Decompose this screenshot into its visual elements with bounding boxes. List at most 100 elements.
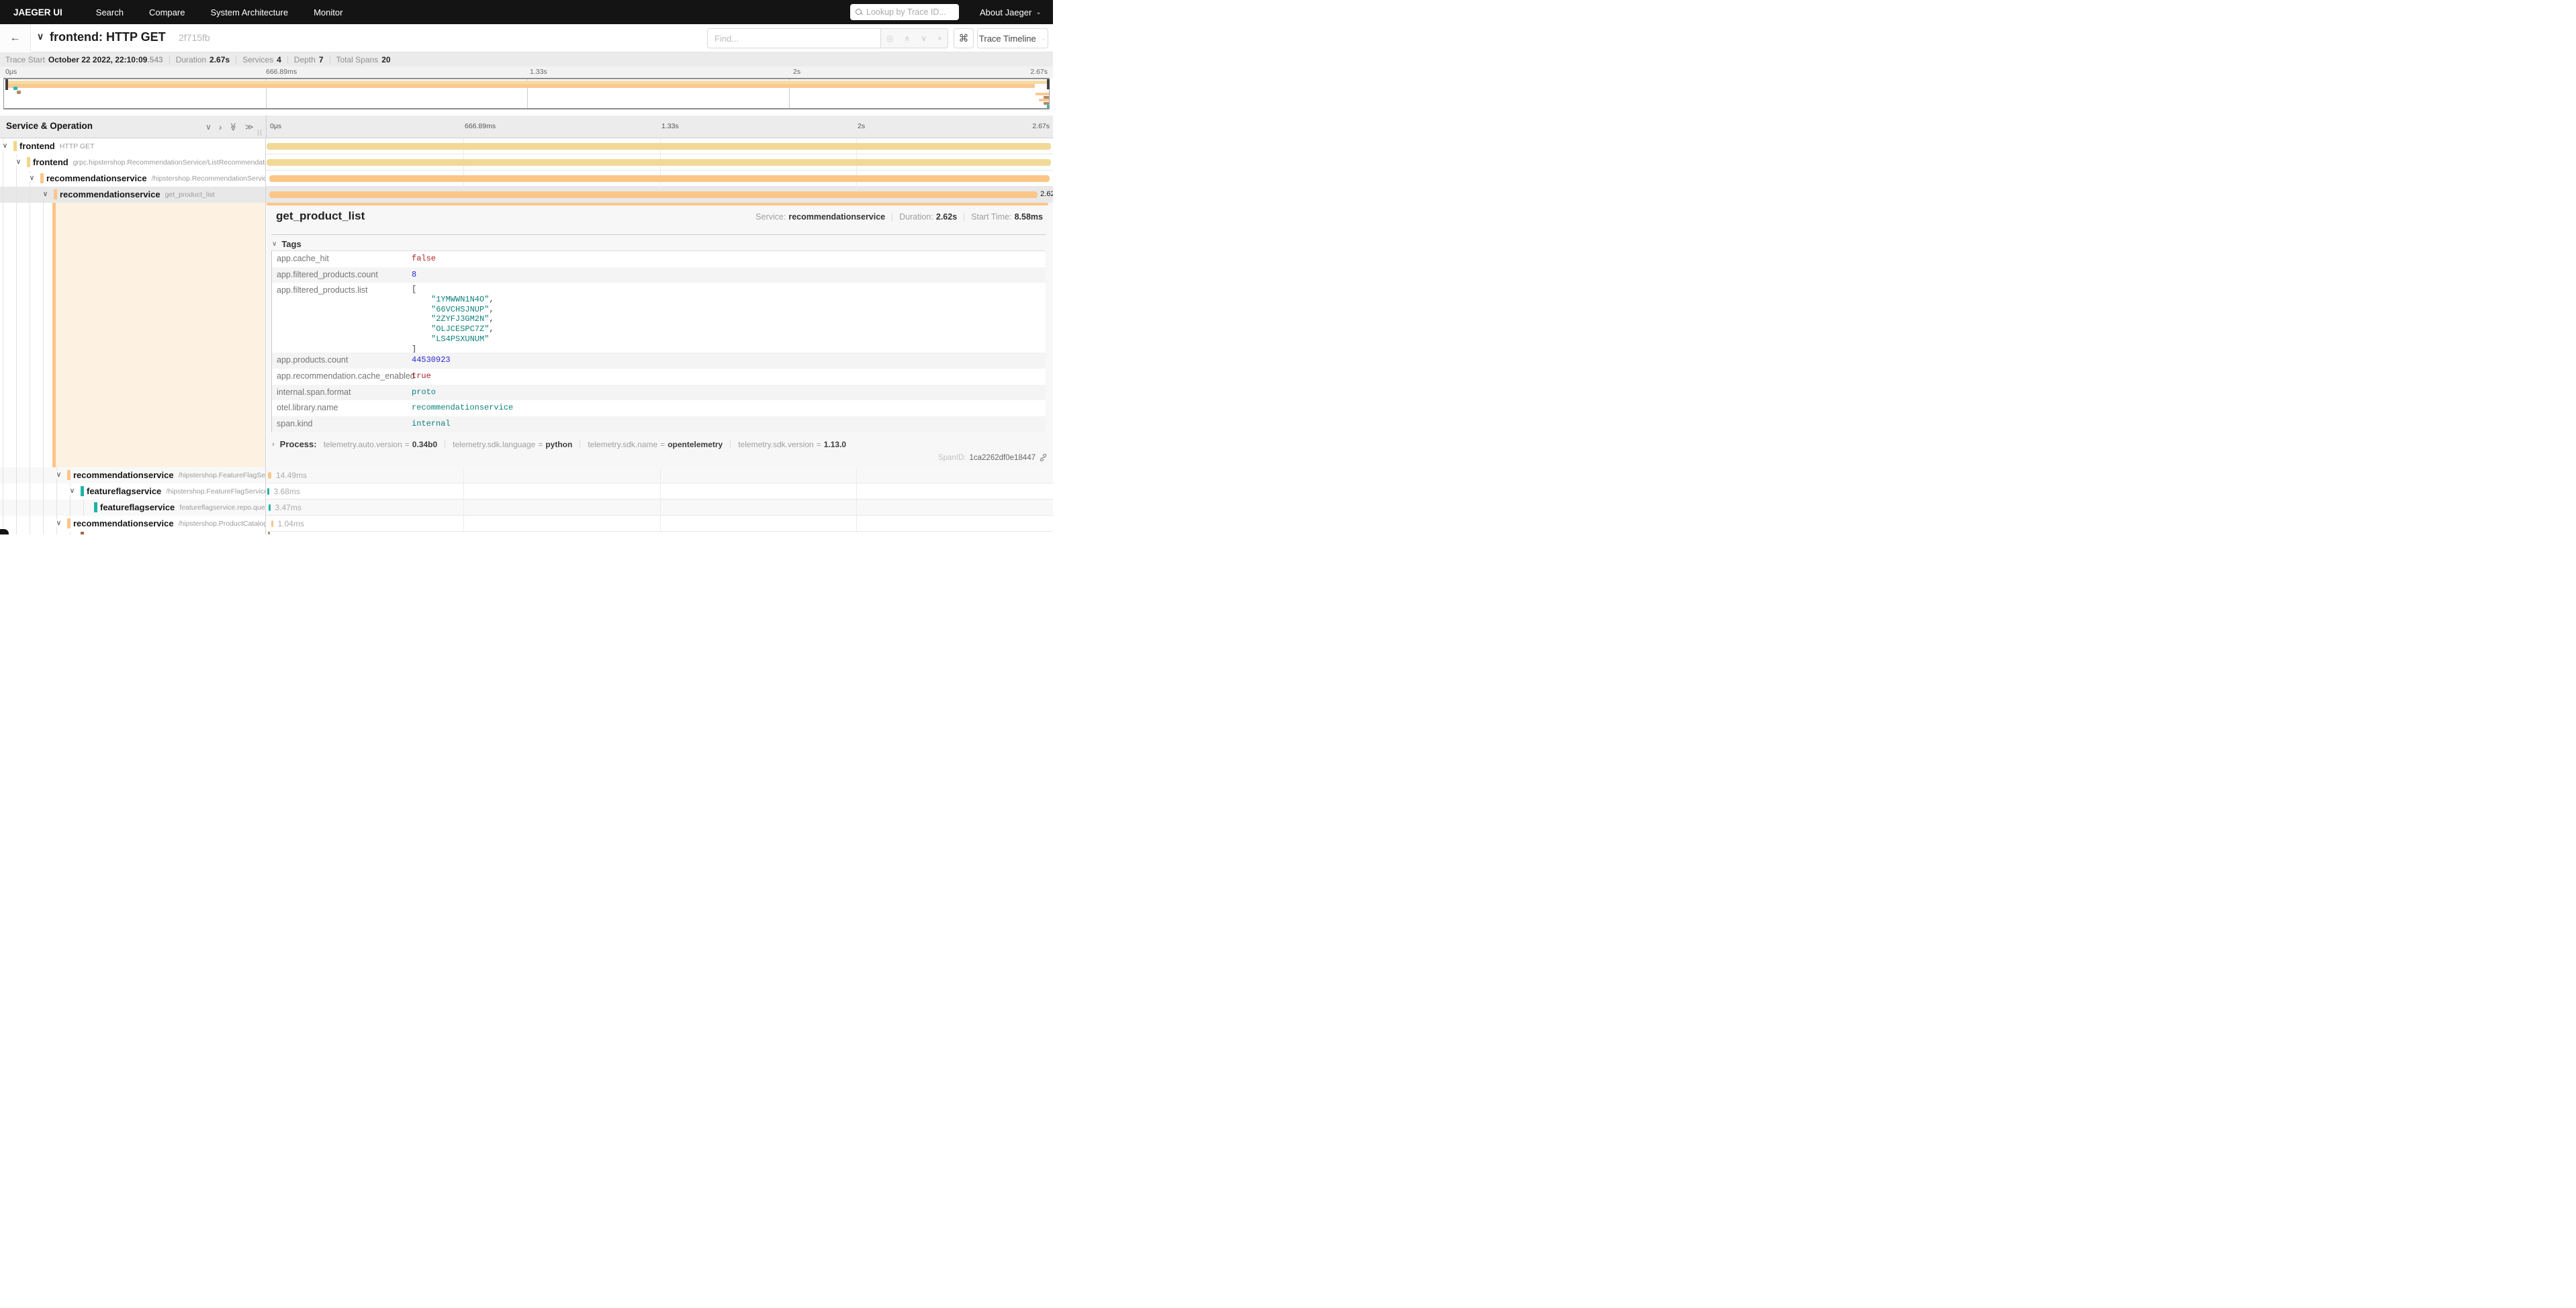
indent-guide (70, 532, 71, 534)
back-button[interactable]: ← (0, 24, 31, 52)
minimap-tick: 2s (793, 68, 800, 76)
span-bar[interactable] (269, 175, 1050, 182)
tag-key: app.filtered_products.list (277, 285, 368, 295)
top-nav: JAEGER UI Search Compare System Architectu… (0, 0, 1053, 24)
service-color-chip (13, 141, 17, 151)
trace-minimap[interactable] (3, 78, 1050, 109)
service-name: recommendationservice (73, 470, 174, 480)
collapse-one-icon[interactable]: ∨ (205, 122, 212, 132)
span-timeline-cell[interactable] (267, 154, 1053, 170)
span-row[interactable]: featureflagservicefeatureflagservice.rep… (0, 500, 1053, 516)
tag-value: internal (412, 419, 451, 428)
trace-id-search[interactable] (850, 4, 959, 20)
span-timeline-cell[interactable]: 3.68ms (267, 483, 1053, 499)
trace-view-selector[interactable]: Trace Timeline ⌄ (977, 28, 1048, 48)
nav-item-system-architecture[interactable]: System Architecture (210, 7, 288, 17)
expand-chevron-icon[interactable]: ∨ (68, 487, 77, 495)
keyboard-shortcuts-button[interactable]: ⌘ (954, 28, 974, 48)
minimap-scrubber-handle[interactable] (5, 79, 8, 90)
expand-chevron-icon[interactable]: ∨ (41, 190, 50, 198)
find-input[interactable] (707, 28, 881, 48)
tag-row: app.products.count44530923 (272, 353, 1046, 369)
minimap-span-bar (6, 81, 1048, 84)
trace-meta-value-suffix: .543 (147, 55, 163, 64)
span-detail-overview: Service:recommendationserviceDuration:2.… (755, 212, 1043, 222)
tag-key: app.products.count (277, 355, 348, 365)
span-name-wrapper: recommendationservice/hipstershop.Recomm… (46, 171, 266, 186)
span-timeline-cell[interactable]: 1.04ms (267, 516, 1053, 531)
nav-item-monitor[interactable]: Monitor (314, 7, 342, 17)
span-name-wrapper: featureflagservice/hipstershop.FeatureFl… (87, 483, 266, 499)
trace-meta-value: 4 (277, 55, 281, 64)
nav-item-search[interactable]: Search (96, 7, 124, 17)
tag-row: app.recommendation.cache_enabledtrue (272, 369, 1046, 385)
span-timeline-cell[interactable]: 3.47ms (267, 500, 1053, 515)
span-timeline-cell[interactable] (267, 171, 1053, 186)
span-duration-marker (271, 520, 273, 527)
span-timeline-cell[interactable] (267, 138, 1053, 154)
service-color-chip (40, 173, 44, 183)
expand-chevron-icon[interactable]: ∨ (14, 158, 23, 166)
span-row[interactable]: ∨ recommendationservice/hipstershop.Recom… (0, 171, 1053, 187)
trace-meta-bar: Trace StartOctober 22 2022, 22:10:09.543… (0, 52, 1053, 66)
expand-chevron-icon[interactable]: ∨ (54, 519, 63, 527)
json-string: "OLJCESPC7Z" (431, 324, 489, 334)
span-bar[interactable] (267, 159, 1051, 166)
app-logo[interactable]: JAEGER UI (13, 7, 62, 17)
find-next-icon[interactable]: ∨ (921, 34, 927, 43)
operation-name: HTTP GET (60, 142, 95, 150)
tags-section-toggle[interactable]: ∨ Tags (272, 239, 302, 249)
json-comma: , (489, 295, 494, 304)
span-row[interactable]: ∨frontendgrpc.hipstershop.Recommendation… (0, 154, 1053, 171)
expand-chevron-icon[interactable]: ∨ (54, 471, 63, 479)
trace-meta-item: Total Spans20 (336, 55, 391, 64)
expand-one-icon[interactable]: › (219, 122, 222, 132)
expand-all-icon[interactable]: ≫ (245, 122, 254, 132)
bottom-left-overlay-corner (0, 529, 9, 534)
back-arrow-icon: ← (10, 32, 21, 44)
deep-link-icon[interactable] (1039, 453, 1048, 462)
overview-label: Service: (755, 212, 786, 222)
span-row[interactable]: ∨recommendationserviceget_product_list2.… (0, 187, 1053, 203)
collapse-all-icon[interactable]: ≫ (229, 123, 238, 132)
span-id-value: 1ca2262df0e18447 (970, 454, 1036, 462)
minimap-tick: 2.67s (1030, 68, 1048, 76)
span-bar[interactable] (269, 191, 1038, 198)
process-label: Process: (280, 439, 317, 449)
trace-id-search-input[interactable] (866, 7, 947, 17)
span-row[interactable]: ∨ featureflagservice/hipstershop.FeatureF… (0, 483, 1053, 500)
indent-guide (16, 500, 17, 516)
span-timeline-cell[interactable]: 14.49ms (267, 467, 1053, 483)
span-name-column: ∨recommendationserviceget_product_list (0, 187, 266, 203)
timeline-gridline (856, 516, 857, 531)
timeline-gridline (856, 500, 857, 515)
tag-row: app.filtered_products.list["1YMWWN1N4O",… (272, 283, 1046, 353)
json-comma: , (489, 305, 494, 314)
nav-item-compare[interactable]: Compare (149, 7, 185, 17)
expand-chevron-icon[interactable]: ∨ (28, 174, 36, 182)
span-row[interactable]: ∨recommendationservice/hipstershop.Produ… (0, 516, 1053, 532)
indent-guide (43, 483, 44, 500)
about-jaeger-menu[interactable]: About Jaeger ⌄ (980, 0, 1042, 24)
span-row[interactable]: ∨recommendationservice/hipstershop.Featu… (0, 467, 1053, 483)
find-prev-icon[interactable]: ∧ (904, 34, 910, 43)
span-bar[interactable] (267, 143, 1051, 150)
divider (271, 234, 1046, 235)
indent-guide (83, 500, 84, 516)
minimap-scrubber-handle[interactable] (1047, 79, 1050, 89)
timeline-gridline (463, 516, 464, 531)
trace-title[interactable]: frontend: HTTP GET (50, 30, 166, 44)
span-duration-marker (268, 532, 270, 534)
span-timeline-cell[interactable]: 2.62s (267, 187, 1053, 202)
column-divider[interactable] (266, 115, 267, 138)
process-section-toggle[interactable]: › Process: telemetry.auto.version=0.34b0… (272, 439, 846, 449)
find-clear-icon[interactable]: × (937, 34, 942, 43)
column-resize-grip[interactable] (258, 130, 262, 136)
expand-chevron-icon[interactable]: ∨ (1, 142, 9, 150)
tag-row: span.kindinternal (272, 416, 1046, 432)
find-focus-icon[interactable]: ◎ (886, 34, 893, 43)
trace-meta-item: Services4 (242, 55, 281, 64)
trace-collapse-chevron-icon[interactable]: ∨ (37, 31, 44, 42)
trace-meta-label: Depth (294, 55, 316, 64)
span-row[interactable]: ∨frontendHTTP GET (0, 138, 1053, 154)
